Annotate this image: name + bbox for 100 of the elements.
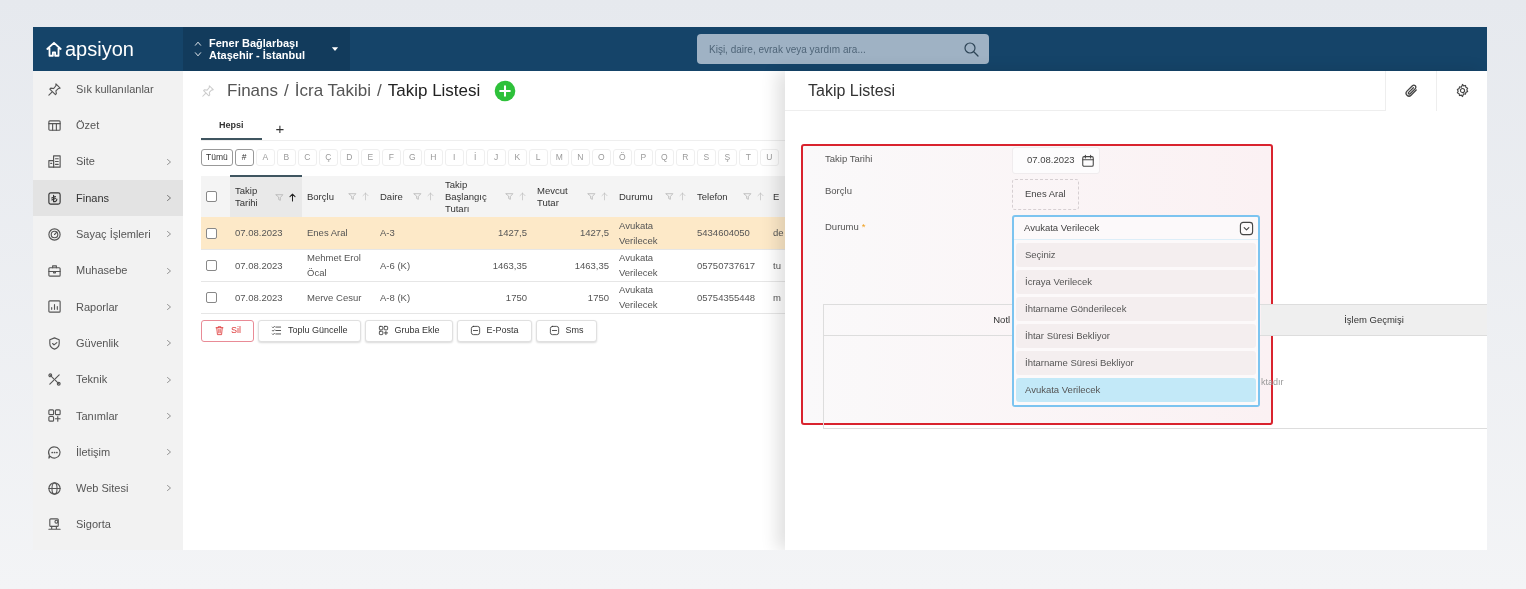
sidebar-item[interactable]: Site [33,143,183,180]
breadcrumb-link[interactable]: Finans [227,78,279,104]
pin-icon [47,81,62,97]
table-cell: A-8 (K) [380,291,411,303]
pin-icon [201,84,215,98]
page-title: Takip Listesi [387,80,481,103]
field-label: Borçlu [825,185,852,196]
table-cell: tu [773,259,781,271]
table-cell: de [773,227,784,239]
table-cell: 07.08.2023 [235,227,283,239]
chat-icon [47,444,62,460]
notes-tab[interactable]: İşlem Geçmişi [1261,305,1487,335]
sidebar-item[interactable]: Tanımlar [33,397,183,434]
column-header[interactable]: Daire [380,190,409,203]
briefcase-icon [47,263,62,279]
dropdown-option[interactable]: Avukata Verilecek [1016,378,1256,402]
select-all-checkbox[interactable] [206,191,217,203]
action-button[interactable]: E-Posta [456,319,532,342]
table-cell: Avukata Verilecek [619,252,658,278]
add-tab-button[interactable]: + [265,121,295,140]
filter-icon[interactable] [348,192,357,201]
house-icon [45,40,63,58]
chevron-up-icon [193,40,203,47]
lira-icon [47,190,62,206]
table-cell: 1750 [587,291,609,303]
grid-plus-icon [377,325,389,336]
filter-icon[interactable] [743,192,752,201]
action-button[interactable]: Toplu Güncelle [258,319,361,342]
table-cell: 1463,35 [574,259,609,271]
dropdown-option[interactable]: İhtar Süresi Bekliyor [1016,324,1256,348]
sidebar-item[interactable]: Sayaç İşlemleri [33,216,183,253]
table-cell: Mehmet Erol Öcal [307,252,361,278]
view-tab[interactable]: Hepsi [201,118,262,140]
sidebar-item[interactable]: Raporlar [33,288,183,326]
column-header[interactable]: Durumu [619,190,661,203]
table-icon [47,117,62,133]
column-header[interactable]: E [773,190,780,202]
sidebar-item[interactable]: Sigorta [33,506,183,543]
notes-tab[interactable]: Notl [824,305,1012,335]
attach-button[interactable] [1385,71,1436,111]
date-field[interactable]: 07.08.2023 [1012,147,1100,174]
dropdown-option[interactable]: İcraya Verilecek [1016,270,1256,294]
filter-icon[interactable] [587,192,596,201]
tools-icon [47,372,62,387]
table-cell: 1463,35 [492,259,527,271]
table-cell: 07.08.2023 [235,291,283,303]
sidebar-item[interactable]: Web Sitesi [33,470,183,507]
site-selector[interactable]: Fener Bağlarbaşı Ataşehir - İstanbul [183,27,350,71]
dropdown-option[interactable]: Seçiniz [1016,243,1256,267]
table-cell: m [773,291,781,303]
sidebar-item[interactable]: Güvenlik [33,325,183,362]
sidebar-item[interactable]: Özet [33,107,183,144]
sidebar-item[interactable]: Muhasebe [33,252,183,289]
table-cell: Avukata Verilecek [619,219,658,246]
column-header[interactable]: Telefon [697,190,739,203]
logo[interactable]: apsiyon [33,27,183,71]
sort-arrow-icon[interactable] [288,192,297,202]
add-icon[interactable] [494,80,517,102]
checklist-icon [271,325,282,336]
search-field[interactable]: Kişi, daire, evrak veya yardım ara... [697,34,989,64]
readonly-field: Enes Aral [1012,179,1079,210]
letter-filter-button[interactable]: # [234,149,254,166]
row-checkbox[interactable] [206,228,217,240]
dropdown-option[interactable]: İhtarname Gönderilecek [1016,297,1256,321]
breadcrumb-link[interactable]: İcra Takibi [294,78,371,104]
table-cell: 5434604050 [697,227,750,239]
sidebar-item[interactable]: Teknik [33,361,183,398]
table-cell: Enes Aral [307,227,348,239]
row-checkbox[interactable] [206,292,217,304]
filter-icon[interactable] [413,192,422,201]
table-cell: 05754355448 [697,291,756,303]
grid-plus-icon [47,408,62,424]
chevron-down-icon [193,51,203,58]
search-icon [963,41,979,57]
table-cell: A-3 [380,227,395,239]
table-cell: Merve Cesur [307,291,362,303]
table-cell: 1427,5 [579,227,609,239]
table-cell: 1750 [505,291,527,303]
action-button[interactable]: Sms [535,319,597,342]
sidebar-item[interactable]: Sık kullanılanlar [33,71,183,108]
sidebar-item[interactable]: Finans [33,179,183,217]
shield-icon [47,335,62,351]
settings-button[interactable] [1436,71,1487,111]
filter-icon[interactable] [665,192,674,201]
action-button[interactable]: Gruba Ekle [364,319,453,342]
trash-icon [214,325,225,336]
letter-filter-button[interactable]: Tümü [201,149,233,166]
dropdown-option[interactable]: İhtarname Süresi Bekliyor [1016,351,1256,375]
filter-icon[interactable] [505,192,514,201]
sidebar-item[interactable]: İletişim [33,433,183,471]
bar-chart-icon [47,299,62,315]
building-icon [47,154,62,170]
globe-icon [47,480,62,496]
row-checkbox[interactable] [206,260,217,272]
minus-box-icon [469,325,481,336]
calendar-icon [1080,153,1095,168]
delete-button[interactable]: Sil [201,319,254,342]
chevron-down-icon [1239,220,1254,236]
column-header[interactable]: Borçlu [307,190,344,203]
field-label: Durumu [825,221,859,232]
